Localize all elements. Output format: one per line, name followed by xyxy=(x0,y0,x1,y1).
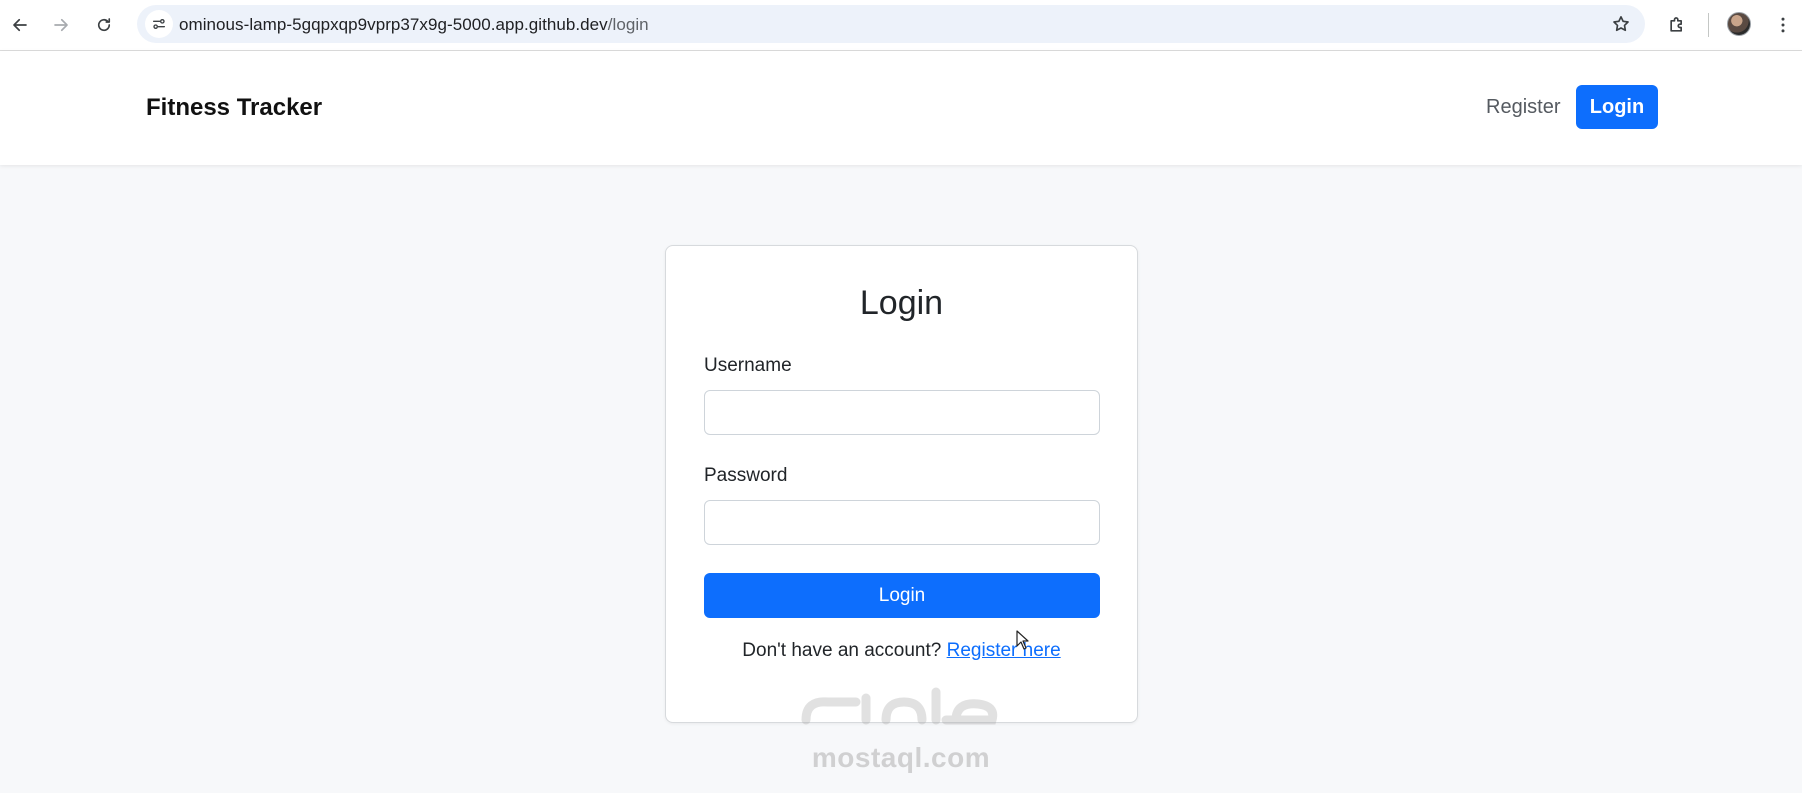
app-navbar: Fitness Tracker Register Login xyxy=(0,51,1802,165)
nav-register-link[interactable]: Register xyxy=(1486,96,1560,119)
login-title: Login xyxy=(859,284,944,322)
url-text[interactable]: ominous-lamp-5gqpxqp9vprp37x9g-5000.app.… xyxy=(179,15,649,35)
username-input[interactable] xyxy=(704,390,1100,435)
site-info-button[interactable] xyxy=(145,10,173,38)
star-icon[interactable] xyxy=(1611,14,1631,34)
url-path: /login xyxy=(607,15,649,34)
username-label: Username xyxy=(704,355,792,376)
register-here-link[interactable]: Register here xyxy=(947,640,1061,661)
nav-login-button[interactable]: Login xyxy=(1576,85,1658,129)
mouse-cursor-icon xyxy=(1016,630,1029,650)
register-prompt-text: Don't have an account? xyxy=(742,640,942,661)
address-bar[interactable]: ominous-lamp-5gqpxqp9vprp37x9g-5000.app.… xyxy=(137,5,1645,43)
reload-button[interactable] xyxy=(89,10,119,40)
forward-button[interactable] xyxy=(46,10,76,40)
browser-menu-button[interactable] xyxy=(1768,10,1798,40)
login-submit-button[interactable]: Login xyxy=(704,573,1100,618)
toolbar-divider xyxy=(1708,13,1709,37)
password-label: Password xyxy=(704,465,788,486)
login-card: Login Username Password Login Don't have… xyxy=(665,245,1138,723)
password-input[interactable] xyxy=(704,500,1100,545)
watermark-text: mostaql.com xyxy=(811,742,991,773)
arrow-right-icon xyxy=(54,18,68,32)
browser-toolbar: ominous-lamp-5gqpxqp9vprp37x9g-5000.app.… xyxy=(0,0,1802,51)
url-host: ominous-lamp-5gqpxqp9vprp37x9g-5000.app.… xyxy=(179,15,608,34)
tune-icon xyxy=(153,19,165,29)
back-button[interactable] xyxy=(5,10,35,40)
register-prompt: Don't have an account? Register here xyxy=(666,640,1137,662)
arrow-left-icon xyxy=(13,18,27,32)
kebab-menu-icon xyxy=(1781,17,1785,33)
puzzle-icon xyxy=(1670,17,1682,32)
mostaql-logo-watermark xyxy=(801,687,998,725)
profile-avatar[interactable] xyxy=(1727,12,1751,36)
brand-logo[interactable]: Fitness Tracker xyxy=(146,94,322,122)
extensions-button[interactable] xyxy=(1662,10,1692,40)
reload-icon xyxy=(97,18,111,32)
